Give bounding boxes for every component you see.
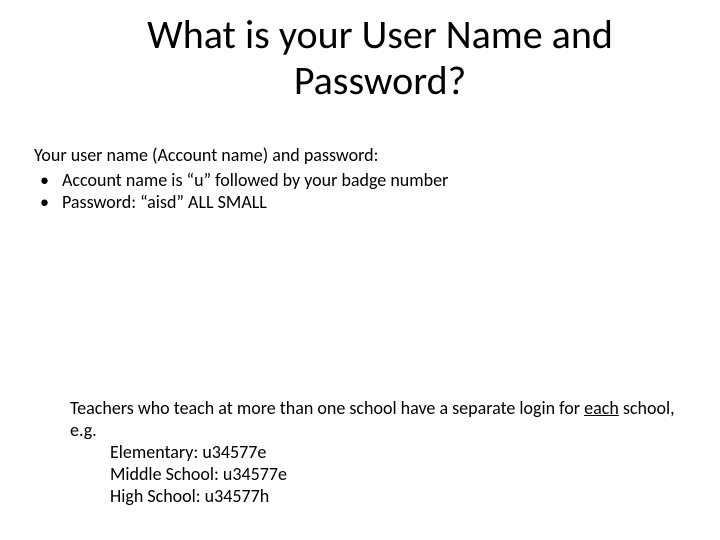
example-item: Middle School: u34577e [110,464,680,486]
example-list: Elementary: u34577e Middle School: u3457… [110,442,680,508]
example-item: High School: u34577h [110,486,680,508]
note-text-pre: Teachers who teach at more than one scho… [70,397,584,419]
bullet-item: Password: “aisd” ALL SMALL [34,191,674,214]
bullet-item: Account name is “u” followed by your bad… [34,169,674,192]
intro-text: Your user name (Account name) and passwo… [34,144,674,167]
slide-title: What is your User Name and Password? [120,12,640,104]
example-item: Elementary: u34577e [110,442,680,464]
credentials-block: Your user name (Account name) and passwo… [34,144,674,214]
multischool-note: Teachers who teach at more than one scho… [70,398,680,508]
bullet-list: Account name is “u” followed by your bad… [34,169,674,214]
note-underlined-word: each [584,397,619,419]
slide: What is your User Name and Password? You… [0,0,720,540]
